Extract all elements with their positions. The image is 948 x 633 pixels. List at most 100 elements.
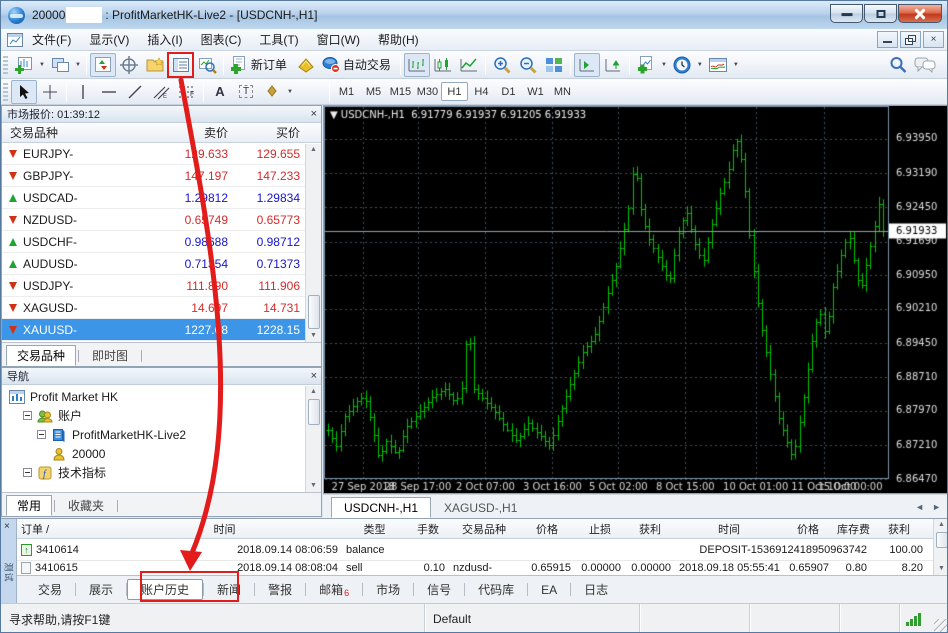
strategy-tester-button[interactable] <box>194 53 220 77</box>
vertical-line-tool[interactable] <box>70 80 96 104</box>
arrows-tool[interactable] <box>259 80 285 104</box>
navigator-tree-item[interactable]: f技术指标 <box>2 463 321 482</box>
terminal-tab-交易[interactable]: 交易 <box>25 579 75 600</box>
market-watch-row[interactable]: GBPJPY-147.197147.233 <box>2 165 321 187</box>
history-row[interactable]: 34106152018.09.14 08:08:04sell0.10nzdusd… <box>17 561 933 574</box>
terminal-tab-新闻[interactable]: 新闻 <box>204 579 254 600</box>
chat-icon[interactable] <box>911 53 939 77</box>
terminal-tab-警报[interactable]: 警报 <box>255 579 305 600</box>
templates-button[interactable] <box>705 53 731 77</box>
timeframe-button-m5[interactable]: M5 <box>360 82 387 101</box>
scroll-up-icon[interactable]: ▲ <box>310 144 317 156</box>
market-watch-close-icon[interactable]: × <box>311 109 317 120</box>
market-watch-scrollbar[interactable]: ▲ ▼ <box>305 144 321 342</box>
history-column-header[interactable]: 订单 / <box>17 521 107 537</box>
timeframe-button-w1[interactable]: W1 <box>522 82 549 101</box>
chart-minimize-button[interactable] <box>877 31 898 48</box>
minimize-button[interactable] <box>830 4 863 23</box>
zoom-out-button[interactable] <box>515 53 541 77</box>
history-column-header[interactable]: 交易品种 <box>449 521 519 537</box>
chart-tab[interactable]: USDCNH-,H1 <box>331 497 431 518</box>
terminal-scrollbar[interactable]: ▲ ▼ <box>933 519 948 575</box>
new-chart-dropdown[interactable]: ▼ <box>39 62 45 68</box>
new-chart-button[interactable] <box>11 53 37 77</box>
market-watch-row[interactable]: USDCHF-0.986880.98712 <box>2 231 321 253</box>
market-watch-row[interactable]: USDJPY-111.890111.906 <box>2 275 321 297</box>
market-watch-row[interactable]: USDCAD-1.298121.29834 <box>2 187 321 209</box>
timeframe-button-h1[interactable]: H1 <box>441 82 468 101</box>
terminal-close-icon[interactable]: × <box>4 521 10 532</box>
timeframe-button-d1[interactable]: D1 <box>495 82 522 101</box>
bar-chart-button[interactable] <box>404 53 430 77</box>
navigator-tree-item[interactable]: ProfitMarketHK-Live2 <box>2 425 321 444</box>
scroll-up-icon[interactable]: ▲ <box>310 386 317 398</box>
chart-shift-button[interactable] <box>574 53 600 77</box>
tile-windows-button[interactable] <box>541 53 567 77</box>
indicators-button[interactable] <box>633 53 659 77</box>
scroll-down-icon[interactable]: ▼ <box>310 330 317 342</box>
channel-tool[interactable]: E <box>148 80 174 104</box>
market-watch-row[interactable]: AUDUSD-0.713540.71373 <box>2 253 321 275</box>
menu-item[interactable]: 窗口(W) <box>308 29 369 50</box>
tree-expander-icon[interactable] <box>23 468 32 477</box>
history-column-header[interactable]: 获利 <box>871 521 927 537</box>
menu-item[interactable]: 工具(T) <box>250 29 307 50</box>
history-column-header[interactable]: 价格 <box>519 521 575 537</box>
menu-item[interactable]: 文件(F) <box>23 29 80 50</box>
text-tool[interactable]: A <box>207 80 233 104</box>
history-column-header[interactable]: 价格 <box>783 521 833 537</box>
chart-tab[interactable]: XAGUSD-,H1 <box>431 497 530 518</box>
terminal-tab-EA[interactable]: EA <box>528 579 570 600</box>
market-watch-tab[interactable]: 即时图 <box>81 345 139 366</box>
scrollbar-thumb[interactable] <box>308 295 320 329</box>
menu-item[interactable]: 图表(C) <box>192 29 251 50</box>
timeframe-button-m30[interactable]: M30 <box>414 82 441 101</box>
navigator-toggle-button[interactable] <box>142 53 168 77</box>
market-watch-tab[interactable]: 交易品种 <box>6 345 76 366</box>
price-chart[interactable] <box>324 106 947 493</box>
scroll-down-icon[interactable]: ▼ <box>310 480 317 492</box>
templates-dropdown[interactable]: ▼ <box>733 62 739 68</box>
menu-item[interactable]: 插入(I) <box>138 29 191 50</box>
timeframe-button-mn[interactable]: MN <box>549 82 576 101</box>
terminal-tab-代码库[interactable]: 代码库 <box>465 579 527 600</box>
menu-item[interactable]: 帮助(H) <box>369 29 428 50</box>
timeframe-button-m15[interactable]: M15 <box>387 82 414 101</box>
auto-scroll-button[interactable] <box>600 53 626 77</box>
autotrading-button[interactable]: 自动交易 <box>319 53 397 77</box>
new-order-button[interactable]: 新订单 <box>227 53 293 77</box>
toolbar-grip[interactable] <box>3 83 8 101</box>
terminal-tab-邮箱[interactable]: 邮箱6 <box>306 579 362 600</box>
chart-tabs-left-icon[interactable]: ◄ <box>915 502 924 512</box>
crosshair-tool-button[interactable] <box>37 80 63 104</box>
candlestick-button[interactable] <box>430 53 456 77</box>
close-button[interactable] <box>898 4 942 23</box>
terminal-tab-信号[interactable]: 信号 <box>414 579 464 600</box>
terminal-tab-日志[interactable]: 日志 <box>571 579 621 600</box>
line-chart-button[interactable] <box>456 53 482 77</box>
periods-button[interactable] <box>669 53 695 77</box>
search-icon[interactable] <box>885 53 911 77</box>
data-window-button[interactable] <box>116 53 142 77</box>
scrollbar-thumb[interactable] <box>936 532 948 548</box>
navigator-tab[interactable]: 收藏夹 <box>57 495 115 516</box>
scrollbar-thumb[interactable] <box>308 399 320 425</box>
scripts-icon[interactable] <box>293 53 319 77</box>
navigator-tree-item[interactable]: 20000 <box>2 444 321 463</box>
timeframe-button-h4[interactable]: H4 <box>468 82 495 101</box>
history-column-header[interactable]: 类型 <box>342 521 407 537</box>
resize-grip[interactable] <box>934 619 947 632</box>
history-column-header[interactable]: 获利 <box>625 521 675 537</box>
fibonacci-tool[interactable]: F <box>174 80 200 104</box>
market-watch-row[interactable]: XAGUSD-14.69714.731 <box>2 297 321 319</box>
profiles-dropdown[interactable]: ▼ <box>75 62 81 68</box>
terminal-tab-展示[interactable]: 展示 <box>76 579 126 600</box>
profiles-button[interactable] <box>47 53 73 77</box>
scroll-down-icon[interactable]: ▼ <box>938 563 945 575</box>
menu-item[interactable]: 显示(V) <box>80 29 138 50</box>
navigator-close-icon[interactable]: × <box>311 371 317 382</box>
tree-expander-icon[interactable] <box>23 411 32 420</box>
arrows-dropdown[interactable]: ▼ <box>287 89 293 95</box>
periods-dropdown[interactable]: ▼ <box>697 62 703 68</box>
market-watch-row[interactable]: NZDUSD-0.657490.65773 <box>2 209 321 231</box>
